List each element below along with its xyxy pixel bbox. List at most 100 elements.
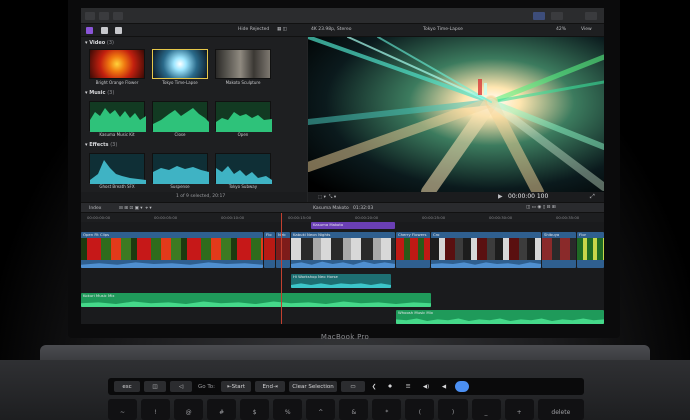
section-music[interactable]: ▾ Music (3) bbox=[85, 90, 114, 96]
photos-icon[interactable] bbox=[101, 27, 108, 34]
esc-key[interactable]: esc bbox=[114, 381, 140, 392]
filmstrip bbox=[276, 238, 290, 260]
fullscreen-icon[interactable]: ⤢ bbox=[590, 193, 595, 201]
tb-toggle-button[interactable]: ◫ bbox=[144, 381, 166, 392]
effect-thumb[interactable] bbox=[152, 153, 209, 184]
section-video[interactable]: ▾ Video (3) bbox=[85, 40, 114, 46]
connected-clip[interactable]: Hi Workshop Neo Horse bbox=[291, 274, 391, 288]
siri-icon[interactable] bbox=[455, 381, 470, 392]
video-clip[interactable]: Neb bbox=[276, 232, 290, 268]
app-toolbar bbox=[81, 8, 604, 24]
brightness-icon[interactable]: ✹ bbox=[383, 381, 397, 392]
audio-waveform bbox=[81, 262, 263, 268]
key[interactable]: $ bbox=[240, 399, 270, 420]
project-title: Tokyo Time-Lapse bbox=[423, 27, 463, 32]
audio-waveform bbox=[396, 318, 604, 324]
play-icon[interactable]: ▶ bbox=[498, 193, 503, 200]
key[interactable]: _ bbox=[471, 399, 501, 420]
clip-thumb-tokyo[interactable] bbox=[152, 49, 208, 79]
tb-left-button[interactable]: ◁ bbox=[170, 381, 192, 392]
ruler-tick: 00:00:30:00 bbox=[489, 215, 513, 220]
playhead[interactable] bbox=[281, 213, 282, 324]
section-effects[interactable]: ▾ Effects (3) bbox=[85, 142, 117, 148]
go-to-start-button[interactable]: ⇤ Start bbox=[221, 381, 252, 392]
video-clip[interactable]: Flor bbox=[577, 232, 604, 268]
mute-icon[interactable]: ◀ bbox=[437, 381, 451, 392]
section-video-count: (3) bbox=[106, 40, 115, 46]
key[interactable]: ( bbox=[405, 399, 435, 420]
done-button[interactable] bbox=[533, 12, 545, 20]
filmstrip bbox=[396, 238, 430, 260]
key[interactable]: @ bbox=[174, 399, 204, 420]
audio-thumb[interactable] bbox=[215, 101, 272, 132]
video-clip-label: Flor bbox=[579, 232, 587, 237]
section-video-label: Video bbox=[89, 40, 106, 46]
tb-collapse-icon[interactable]: ❮ bbox=[369, 381, 379, 392]
key[interactable]: ! bbox=[141, 399, 171, 420]
viewer[interactable] bbox=[308, 37, 604, 192]
clip-thumb-sculpture[interactable] bbox=[215, 49, 271, 79]
clear-selection-button[interactable]: Clear Selection bbox=[289, 381, 338, 392]
video-clip[interactable]: Shibuya bbox=[542, 232, 576, 268]
view-dropdown[interactable]: View bbox=[581, 27, 592, 32]
tb-viewer-button[interactable]: ▭ bbox=[341, 381, 366, 392]
clip-thumb-flower[interactable] bbox=[89, 49, 145, 79]
video-clip[interactable]: Open Fit Clips bbox=[81, 232, 263, 268]
go-to-end-button[interactable]: End ⇥ bbox=[255, 381, 286, 392]
connected-clip-label: Hi Workshop Neo Horse bbox=[293, 274, 338, 279]
video-clip-label: Open Fit Clips bbox=[83, 232, 110, 237]
go-to-label: Go To: bbox=[198, 383, 216, 390]
audio-thumb[interactable] bbox=[89, 101, 146, 132]
key[interactable]: ~ bbox=[108, 399, 138, 420]
key[interactable]: + bbox=[504, 399, 534, 420]
audio-waveform bbox=[291, 261, 395, 268]
key[interactable]: % bbox=[273, 399, 303, 420]
waveform-icon bbox=[153, 166, 209, 184]
section-music-label: Music bbox=[89, 90, 106, 96]
library-button[interactable] bbox=[85, 12, 95, 20]
video-clip[interactable]: Cherry Flowers bbox=[396, 232, 430, 268]
transform-icon[interactable]: ⬚ ▾ ⤡ ▾ bbox=[318, 194, 336, 200]
delete-key[interactable]: delete bbox=[537, 399, 585, 420]
libraries-icon[interactable] bbox=[86, 27, 93, 34]
titles-icon[interactable] bbox=[115, 27, 122, 34]
tb-list-icon[interactable]: ☰ bbox=[401, 381, 415, 392]
key[interactable]: * bbox=[372, 399, 402, 420]
effect-thumb[interactable] bbox=[215, 153, 272, 184]
secondary-toolbar: Hide Rejected ▦ ◫ 4K 23.98p, Stereo Toky… bbox=[81, 24, 604, 37]
key[interactable]: ) bbox=[438, 399, 468, 420]
hide-rejected-dropdown[interactable]: Hide Rejected bbox=[238, 27, 269, 32]
index-button[interactable]: Index bbox=[89, 206, 101, 211]
section-effects-count: (3) bbox=[110, 142, 118, 148]
timeline-ruler[interactable]: 00:00:00:00 00:00:05:00 00:00:10:00 00:0… bbox=[81, 213, 604, 222]
key[interactable]: ^ bbox=[306, 399, 336, 420]
waveform-icon bbox=[216, 112, 272, 132]
video-clip[interactable]: Cro bbox=[431, 232, 541, 268]
title-clip[interactable]: Kasuma Makoto bbox=[311, 222, 395, 229]
waveform-icon bbox=[90, 108, 146, 132]
zoom-dropdown[interactable]: 42% bbox=[556, 27, 566, 32]
music-clip[interactable]: Whoosh Music Mix bbox=[396, 310, 604, 324]
video-clip[interactable]: Kabuki Neon Nights bbox=[291, 232, 395, 268]
filmstrip-icon[interactable]: ▦ ◫ bbox=[277, 27, 287, 32]
go-to-start-label: Start bbox=[231, 383, 246, 390]
audio-thumb[interactable] bbox=[152, 101, 209, 132]
filmstrip bbox=[431, 238, 541, 260]
import-button[interactable] bbox=[99, 12, 109, 20]
video-clip[interactable]: Flo bbox=[264, 232, 275, 268]
layout-button[interactable] bbox=[551, 12, 563, 20]
format-label: 4K 23.98p, Stereo bbox=[311, 27, 352, 32]
key[interactable]: & bbox=[339, 399, 369, 420]
clip-name: Ghost Breath SFX bbox=[99, 184, 135, 189]
keyword-button[interactable] bbox=[113, 12, 123, 20]
timeline[interactable]: Kasuma Makoto Open Fit Clips Flo Neb Kab… bbox=[81, 222, 604, 324]
volume-icon[interactable]: ◀) bbox=[419, 381, 433, 392]
key[interactable]: # bbox=[207, 399, 237, 420]
effect-thumb[interactable] bbox=[89, 153, 146, 184]
edit-tools-icon[interactable]: ⊟ ⊞ ⊡ ▣ ▾ ⌖ ▾ bbox=[119, 205, 152, 211]
timeline-view-icon[interactable]: ◫ ▭ ◉ ▯ ⊟ ⊞ bbox=[526, 205, 556, 210]
ruler-tick: 00:00:25:00 bbox=[422, 215, 446, 220]
waveform-icon bbox=[90, 160, 146, 184]
share-button[interactable] bbox=[585, 12, 597, 20]
music-clip[interactable]: Kokuri Music Mix bbox=[81, 293, 431, 307]
